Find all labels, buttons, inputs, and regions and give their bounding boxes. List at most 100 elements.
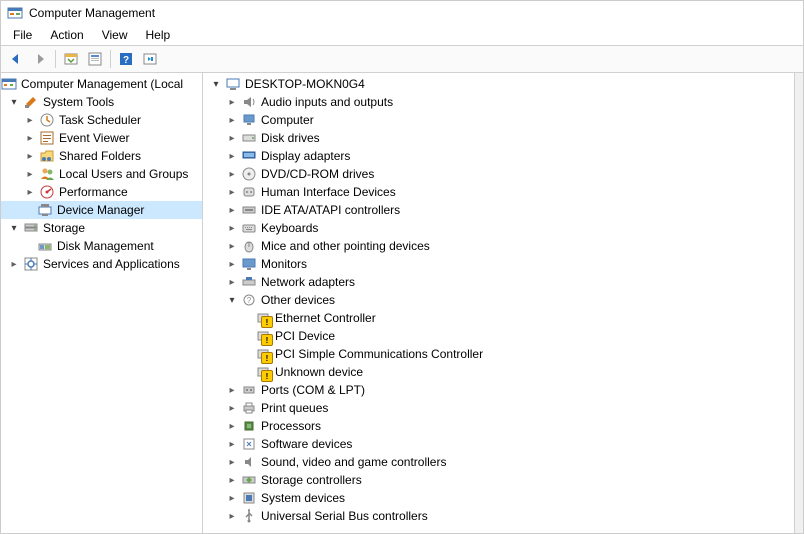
tree-label: Ethernet Controller: [273, 311, 378, 325]
chevron-right-icon[interactable]: ▸: [225, 131, 239, 145]
chevron-right-icon[interactable]: ▸: [225, 167, 239, 181]
show-hide-tree-button[interactable]: [60, 48, 82, 70]
chevron-right-icon[interactable]: ▸: [23, 149, 37, 163]
chevron-right-icon[interactable]: ▸: [7, 257, 21, 271]
ide-icon: [241, 202, 257, 218]
keyboard-icon: [241, 220, 257, 236]
chevron-right-icon[interactable]: ▸: [225, 437, 239, 451]
forward-button[interactable]: [29, 48, 51, 70]
chevron-right-icon[interactable]: ▸: [23, 167, 37, 181]
chevron-right-icon[interactable]: ▸: [225, 239, 239, 253]
chevron-right-icon[interactable]: ▸: [225, 491, 239, 505]
chevron-right-icon[interactable]: ▸: [225, 509, 239, 523]
tree-label: System devices: [259, 491, 347, 505]
audio-icon: [241, 94, 257, 110]
tree-node-event-viewer[interactable]: ▸ Event Viewer: [1, 129, 202, 147]
device-category-hid[interactable]: ▸Human Interface Devices: [203, 183, 794, 201]
menu-action[interactable]: Action: [42, 27, 91, 43]
content-area: Computer Management (Local ▾ System Tool…: [1, 73, 803, 533]
device-category-monitors[interactable]: ▸Monitors: [203, 255, 794, 273]
chevron-down-icon[interactable]: ▾: [7, 221, 21, 235]
device-category-software-devices[interactable]: ▸Software devices: [203, 435, 794, 453]
tree-label: Network adapters: [259, 275, 357, 289]
device-category-display[interactable]: ▸Display adapters: [203, 147, 794, 165]
help-button[interactable]: ?: [115, 48, 137, 70]
tree-node-shared-folders[interactable]: ▸ Shared Folders: [1, 147, 202, 165]
chevron-right-icon[interactable]: ▸: [225, 221, 239, 235]
chevron-right-icon[interactable]: ▸: [225, 419, 239, 433]
tree-label: Disk Management: [55, 239, 156, 253]
tree-label: Computer Management (Local: [19, 77, 185, 91]
menu-view[interactable]: View: [94, 27, 136, 43]
tree-label: Universal Serial Bus controllers: [259, 509, 430, 523]
device-category-sound[interactable]: ▸Sound, video and game controllers: [203, 453, 794, 471]
usb-icon: [241, 508, 257, 524]
chevron-right-icon[interactable]: ▸: [225, 149, 239, 163]
chevron-right-icon[interactable]: ▸: [225, 257, 239, 271]
menu-help[interactable]: Help: [138, 27, 179, 43]
device-category-system-devices[interactable]: ▸ System devices: [203, 489, 794, 507]
chevron-right-icon[interactable]: ▸: [225, 203, 239, 217]
services-icon: [23, 256, 39, 272]
chevron-right-icon[interactable]: ▸: [225, 383, 239, 397]
chevron-right-icon[interactable]: ▸: [23, 185, 37, 199]
tree-node-services-apps[interactable]: ▸ Services and Applications: [1, 255, 202, 273]
hid-icon: [241, 184, 257, 200]
device-warning-icon: [255, 328, 271, 344]
menu-file[interactable]: File: [5, 27, 40, 43]
chevron-right-icon[interactable]: ▸: [225, 455, 239, 469]
device-category-ide[interactable]: ▸IDE ATA/ATAPI controllers: [203, 201, 794, 219]
device-root[interactable]: ▾ DESKTOP-MOKN0G4: [203, 75, 794, 93]
chevron-right-icon[interactable]: ▸: [225, 275, 239, 289]
chevron-down-icon[interactable]: ▾: [209, 77, 223, 91]
toolbar-separator: [110, 50, 111, 68]
device-category-network[interactable]: ▸ Network adapters: [203, 273, 794, 291]
network-icon: [241, 274, 257, 290]
device-item-ethernet[interactable]: Ethernet Controller: [203, 309, 794, 327]
chevron-down-icon[interactable]: ▾: [225, 293, 239, 307]
chevron-right-icon[interactable]: ▸: [225, 185, 239, 199]
menubar: File Action View Help: [1, 25, 803, 45]
device-category-audio[interactable]: ▸Audio inputs and outputs: [203, 93, 794, 111]
actions-pane-collapsed[interactable]: [795, 73, 803, 533]
chevron-right-icon[interactable]: ▸: [225, 473, 239, 487]
tree-node-device-manager[interactable]: Device Manager: [1, 201, 202, 219]
refresh-button[interactable]: [139, 48, 161, 70]
tree-node-root[interactable]: Computer Management (Local: [1, 75, 202, 93]
device-category-computer[interactable]: ▸Computer: [203, 111, 794, 129]
chevron-down-icon[interactable]: ▾: [7, 95, 21, 109]
device-category-ports[interactable]: ▸Ports (COM & LPT): [203, 381, 794, 399]
device-category-other[interactable]: ▾?Other devices: [203, 291, 794, 309]
chevron-right-icon[interactable]: ▸: [225, 401, 239, 415]
titlebar: Computer Management: [1, 1, 803, 25]
device-category-disk-drives[interactable]: ▸Disk drives: [203, 129, 794, 147]
device-category-processors[interactable]: ▸Processors: [203, 417, 794, 435]
device-category-keyboards[interactable]: ▸Keyboards: [203, 219, 794, 237]
tree-label: DESKTOP-MOKN0G4: [243, 77, 367, 91]
device-item-unknown[interactable]: Unknown device: [203, 363, 794, 381]
tree-label: PCI Device: [273, 329, 337, 343]
device-item-pci[interactable]: PCI Device: [203, 327, 794, 345]
tree-node-performance[interactable]: ▸ Performance: [1, 183, 202, 201]
users-icon: [39, 166, 55, 182]
dvd-icon: [241, 166, 257, 182]
device-category-mice[interactable]: ▸Mice and other pointing devices: [203, 237, 794, 255]
chevron-right-icon[interactable]: ▸: [225, 95, 239, 109]
device-category-print-queues[interactable]: ▸Print queues: [203, 399, 794, 417]
tree-node-task-scheduler[interactable]: ▸ Task Scheduler: [1, 111, 202, 129]
back-button[interactable]: [5, 48, 27, 70]
tree-node-system-tools[interactable]: ▾ System Tools: [1, 93, 202, 111]
device-category-usb[interactable]: ▸ Universal Serial Bus controllers: [203, 507, 794, 525]
chevron-right-icon[interactable]: ▸: [23, 113, 37, 127]
chevron-right-icon[interactable]: ▸: [225, 113, 239, 127]
tree-node-storage[interactable]: ▾ Storage: [1, 219, 202, 237]
tree-label: Shared Folders: [57, 149, 143, 163]
tree-node-disk-management[interactable]: Disk Management: [1, 237, 202, 255]
properties-button[interactable]: [84, 48, 106, 70]
device-item-pci-simple[interactable]: PCI Simple Communications Controller: [203, 345, 794, 363]
device-category-storage-controllers[interactable]: ▸Storage controllers: [203, 471, 794, 489]
device-category-dvd[interactable]: ▸DVD/CD-ROM drives: [203, 165, 794, 183]
toolbar: ?: [1, 45, 803, 73]
tree-node-local-users[interactable]: ▸ Local Users and Groups: [1, 165, 202, 183]
chevron-right-icon[interactable]: ▸: [23, 131, 37, 145]
